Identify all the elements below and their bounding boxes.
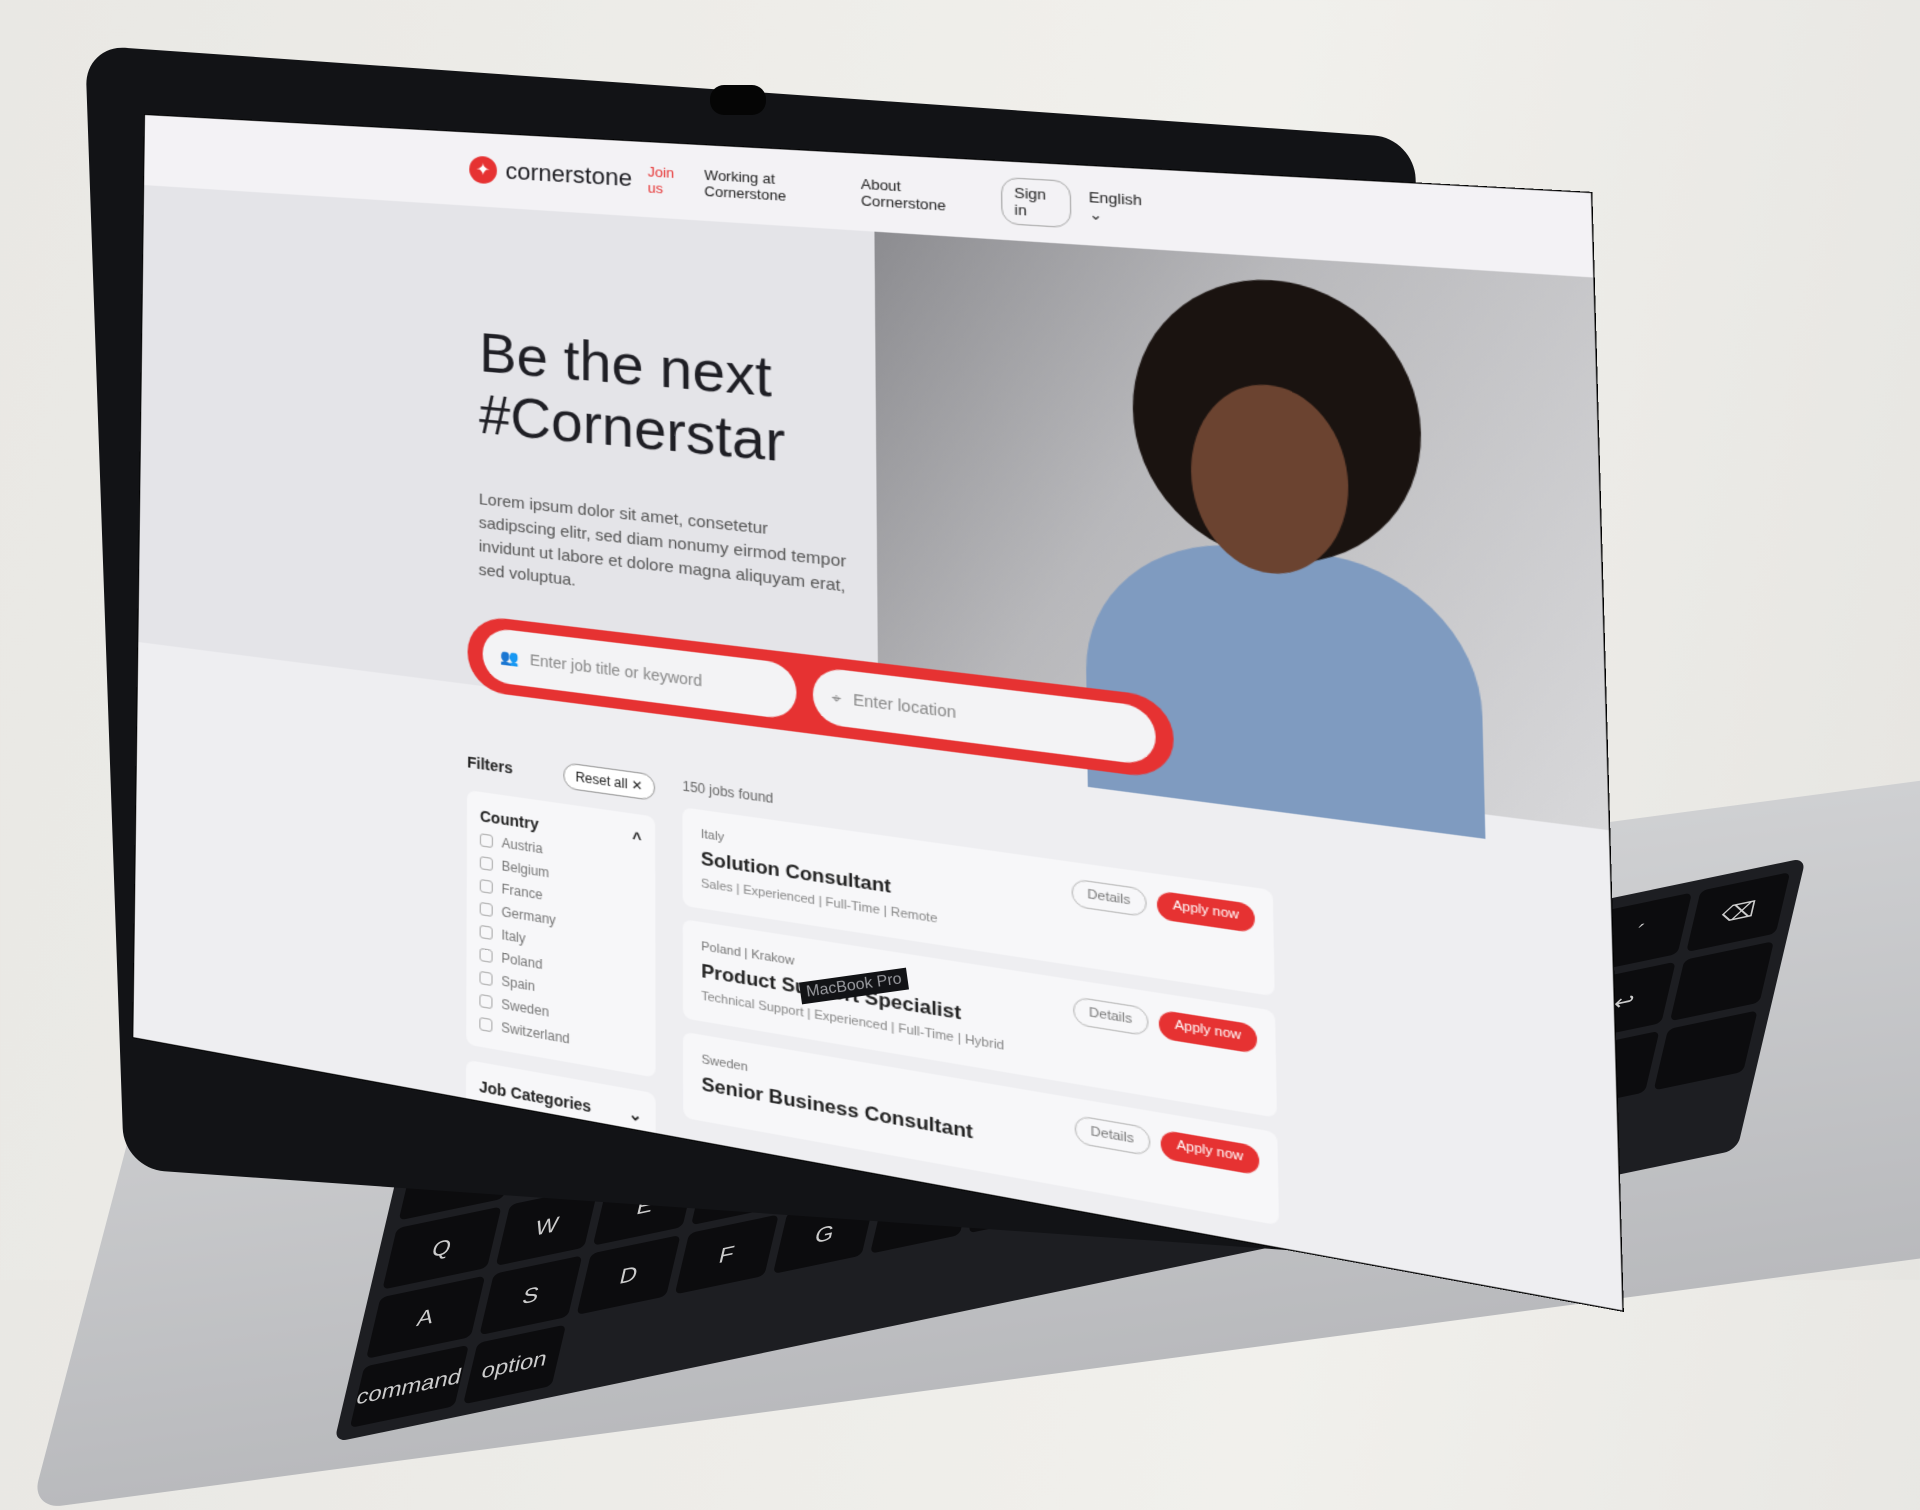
logo[interactable]: ✦ cornerstone	[469, 155, 633, 193]
country-label: Italy	[501, 927, 526, 947]
checkbox[interactable]	[479, 970, 493, 987]
checkbox[interactable]	[479, 878, 493, 895]
country-label: Switzerland	[501, 1019, 570, 1047]
hero-title: Be the next #Cornerstar	[479, 322, 876, 484]
checkbox[interactable]	[479, 1016, 493, 1033]
webcam-cover	[710, 85, 766, 115]
keyboard-key: F	[674, 1214, 779, 1295]
logo-text: cornerstone	[505, 157, 633, 192]
country-label: Belgium	[501, 858, 550, 881]
keyboard-key: S	[478, 1255, 583, 1336]
country-filter: Country ^ Austria Belgium France Germany Ital…	[466, 790, 656, 1078]
star-logo-icon: ✦	[469, 155, 497, 185]
filters-sidebar: Filters Reset all ✕ Country ^ Austria Belgi…	[465, 749, 656, 1145]
hero-text: Lorem ipsum dolor sit amet, consetetur s…	[478, 490, 847, 596]
language-select[interactable]: English ⌄	[1088, 188, 1152, 227]
checkbox[interactable]	[479, 993, 493, 1010]
keyboard-key	[1653, 1010, 1758, 1091]
checkbox[interactable]	[479, 901, 493, 918]
nav-working-at[interactable]: Working at Cornerstone	[704, 167, 844, 208]
checkbox[interactable]	[479, 856, 493, 872]
checkbox[interactable]	[479, 947, 493, 964]
chevron-down-icon: ⌄	[628, 1104, 642, 1125]
people-icon: 👥	[499, 646, 519, 667]
keyboard-key: ⌫	[1686, 872, 1791, 953]
checkbox[interactable]	[479, 833, 493, 849]
filters-title: Filters	[467, 753, 513, 777]
sign-in-button[interactable]: Sign in	[1000, 176, 1072, 229]
chevron-down-icon: ⌄	[1088, 205, 1103, 223]
location-placeholder: Enter location	[852, 690, 957, 722]
reset-all-button[interactable]: Reset all ✕	[563, 762, 656, 802]
country-label: France	[501, 881, 543, 903]
keyboard-key: D	[576, 1234, 681, 1315]
keyboard-key	[1670, 941, 1774, 1022]
country-label: Sweden	[501, 996, 550, 1021]
country-label: Spain	[501, 973, 536, 995]
checkbox[interactable]	[479, 924, 493, 941]
country-label: Germany	[501, 904, 556, 929]
keyword-placeholder: Enter job title or keyword	[529, 650, 703, 690]
chevron-up-icon: ^	[632, 829, 642, 849]
country-label: Austria	[501, 835, 543, 857]
nav-join-us[interactable]: Join us	[648, 164, 689, 199]
country-label: Poland	[501, 950, 543, 973]
location-pin-icon: ⌖	[831, 687, 842, 707]
nav-about[interactable]: About Cornerstone	[861, 176, 977, 216]
keyboard-key: option	[462, 1324, 567, 1405]
country-title: Country	[479, 807, 539, 834]
